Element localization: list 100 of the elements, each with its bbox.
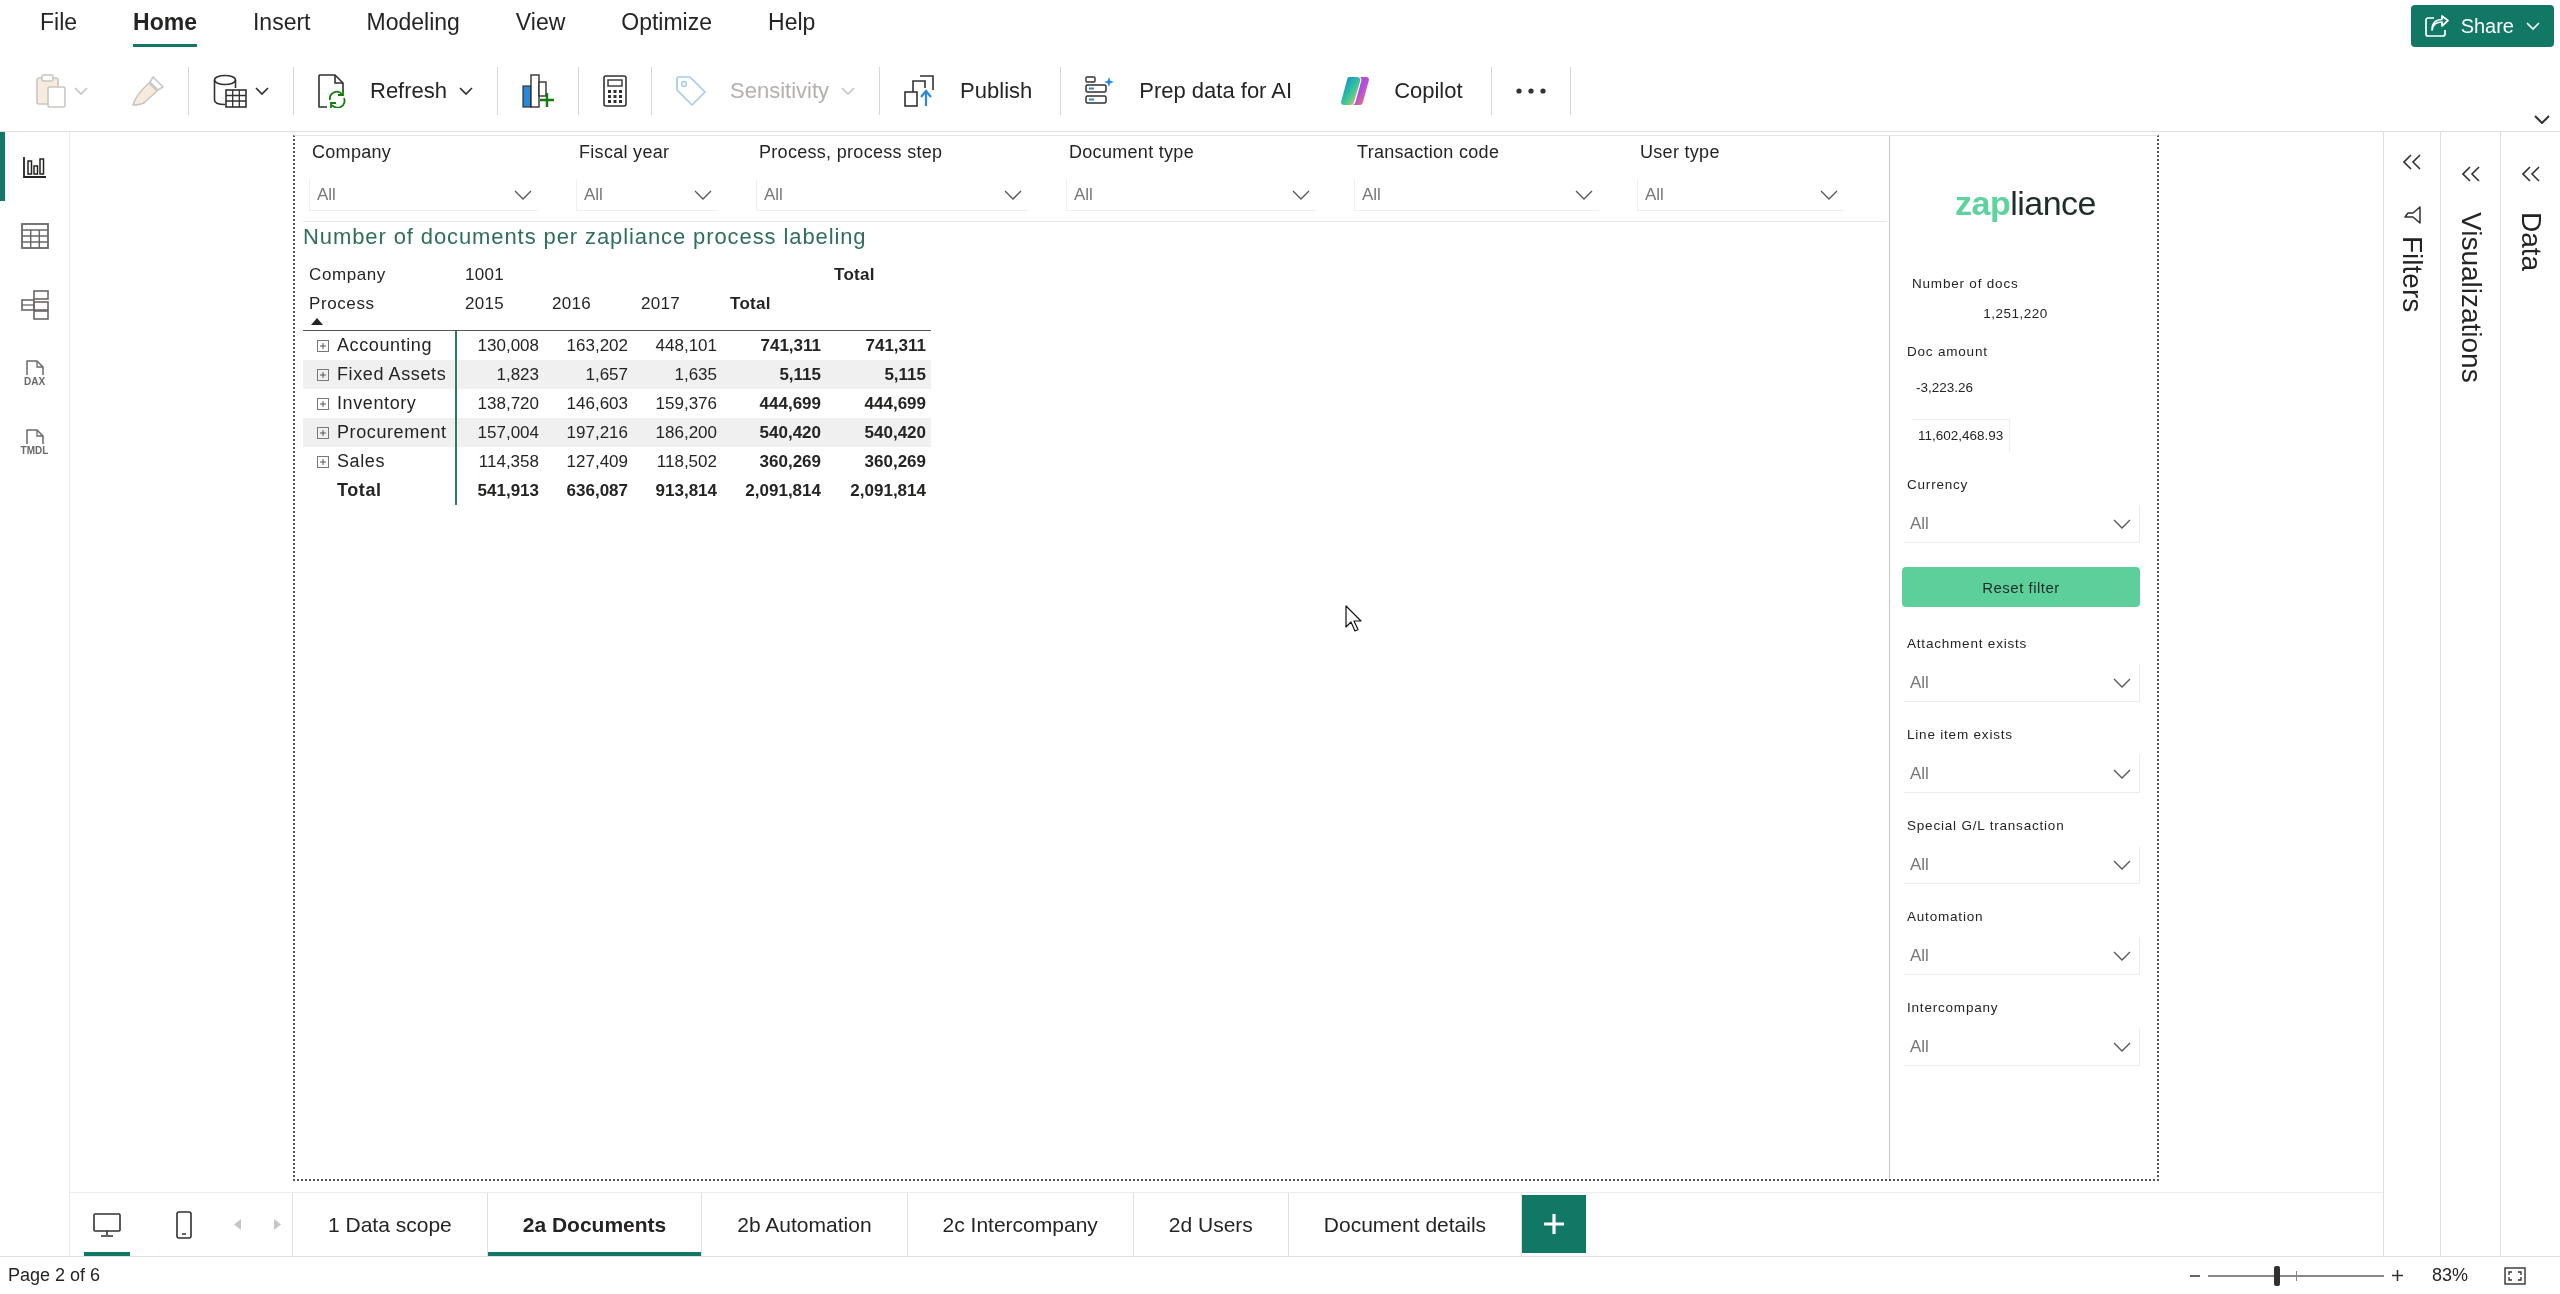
- slicer-dropdown[interactable]: All: [1904, 1028, 2140, 1066]
- slicer-dropdown[interactable]: All: [309, 179, 538, 211]
- table-icon: [20, 222, 49, 249]
- add-page-button[interactable]: [1522, 1195, 1587, 1253]
- table-cell-text: 541,913: [477, 480, 540, 501]
- slicer-label: Company: [311, 141, 393, 163]
- expand-icon[interactable]: [317, 339, 329, 352]
- chevron-down-icon: [2113, 768, 2131, 779]
- dax-query-view-button[interactable]: DAX: [0, 339, 69, 408]
- phone-icon: [176, 1210, 192, 1239]
- slicer-label: Fiscal year: [578, 141, 671, 163]
- page-tab[interactable]: 2a Documents: [487, 1193, 703, 1256]
- expand-icon[interactable]: [317, 426, 329, 439]
- collapsed-pane[interactable]: Filters: [2383, 132, 2440, 1256]
- collapsed-pane[interactable]: Visualizations: [2440, 132, 2500, 1256]
- expand-icon[interactable]: [317, 368, 329, 381]
- table-cell-text: 159,376: [655, 393, 718, 414]
- refresh-button[interactable]: Refresh: [302, 67, 490, 114]
- slicer-dropdown[interactable]: All: [756, 179, 1028, 211]
- slicer-label: Doc amount: [1906, 343, 1988, 361]
- table-cell-text: 1,657: [585, 364, 629, 385]
- document-icon: [25, 429, 44, 444]
- menu-tab[interactable]: Modeling: [338, 0, 488, 50]
- row-header: Inventory: [337, 393, 417, 414]
- model-icon: [20, 289, 49, 320]
- slicer-dropdown[interactable]: All: [1637, 179, 1844, 211]
- bar-chart-icon: [22, 155, 47, 178]
- copilot-button[interactable]: Copilot: [1324, 67, 1483, 114]
- table-cell-text: 146,603: [566, 393, 629, 414]
- menu-tab[interactable]: Insert: [224, 0, 339, 50]
- document-icon: [25, 360, 44, 375]
- page-tab[interactable]: 2b Automation: [702, 1193, 908, 1256]
- slicer-dropdown[interactable]: All: [1354, 179, 1599, 211]
- menu-tab[interactable]: Optimize: [593, 0, 741, 50]
- slicer-dropdown[interactable]: All: [1904, 664, 2140, 702]
- collapsed-pane[interactable]: Data: [2500, 132, 2560, 1256]
- refresh-icon: [318, 73, 346, 108]
- chevron-down-icon: [1820, 189, 1838, 200]
- publish-icon: [904, 74, 937, 107]
- chevron-down-icon: [2534, 114, 2550, 124]
- table-cell-text: 186,200: [655, 422, 718, 443]
- triangle-right-icon: [273, 1219, 281, 1230]
- column-header: 2015: [464, 293, 505, 315]
- table-cell-text: 741,311: [760, 335, 822, 356]
- slicer-label: Process, process step: [758, 141, 944, 163]
- column-header: 2017: [640, 293, 681, 315]
- sort-ascending-icon[interactable]: [311, 318, 323, 325]
- slicer-dropdown[interactable]: All: [1066, 179, 1316, 211]
- chevron-down-icon: [2113, 1041, 2131, 1052]
- range-max-field[interactable]: 11,602,468.93: [1912, 419, 2011, 452]
- range-min-value[interactable]: -3,223.26: [1904, 379, 1974, 397]
- tmdl-view-button[interactable]: TMDL: [0, 408, 69, 477]
- slicer-dropdown[interactable]: All: [1904, 846, 2140, 884]
- menu-tab[interactable]: View: [487, 0, 594, 50]
- prep-data-button[interactable]: Prep data for AI: [1069, 67, 1313, 114]
- slicer-label: Special G/L transaction: [1906, 817, 2065, 835]
- minus-icon: [2189, 1274, 2200, 1277]
- page-tab[interactable]: 1 Data scope: [293, 1193, 488, 1256]
- expand-pane-icon: [2521, 166, 2540, 182]
- slicer-dropdown[interactable]: All: [1904, 937, 2140, 975]
- fit-to-page-button[interactable]: [2502, 1265, 2528, 1286]
- table-cell-text: 360,269: [759, 451, 822, 472]
- table-cell-text: 2,091,814: [850, 480, 927, 501]
- table-cell-text: 444,699: [864, 393, 927, 414]
- chevron-down-icon: [694, 189, 712, 200]
- copilot-icon: [1340, 75, 1371, 106]
- row-header: Total: [337, 480, 382, 501]
- publish-button[interactable]: Publish: [888, 67, 1053, 114]
- table-cell-text: 448,101: [655, 335, 718, 356]
- reset-filter-button[interactable]: Reset filter: [1902, 567, 2140, 607]
- slicer-label: Document type: [1068, 141, 1195, 163]
- slicer-label: Intercompany: [1906, 999, 1999, 1017]
- table-cell-text: 444,699: [759, 393, 822, 414]
- database-table-icon: [213, 73, 247, 108]
- expand-icon[interactable]: [317, 397, 329, 410]
- table-cell-text: 1,823: [496, 364, 540, 385]
- paintbrush-icon: [132, 75, 164, 106]
- menu-tab[interactable]: Home: [105, 0, 225, 50]
- share-button[interactable]: Share: [2410, 5, 2554, 47]
- page-tab[interactable]: 2c Intercompany: [907, 1193, 1134, 1256]
- slicer-dropdown[interactable]: All: [1904, 505, 2140, 543]
- menu-tab[interactable]: File: [12, 0, 106, 50]
- table-cell-text: 741,311: [865, 335, 927, 356]
- slicer-dropdown[interactable]: All: [1904, 755, 2140, 793]
- page-tab[interactable]: 2d Users: [1133, 1193, 1289, 1256]
- filter-icon: [2403, 206, 2421, 224]
- slider-thumb[interactable]: [2273, 1265, 2280, 1286]
- plus-icon: [1544, 1214, 1565, 1234]
- chevron-down-icon: [1575, 189, 1593, 200]
- table-cell-text: 2,091,814: [745, 480, 822, 501]
- visual-title: Number of documents per zapliance process labeling: [303, 224, 868, 250]
- chevron-down-icon: [2113, 677, 2131, 688]
- table-cell-text: 540,420: [759, 422, 822, 443]
- slicer-dropdown[interactable]: All: [576, 179, 718, 211]
- expand-icon[interactable]: [317, 455, 329, 468]
- zoom-percentage: 83%: [2431, 1265, 2468, 1286]
- menu-tab[interactable]: Help: [740, 0, 844, 50]
- row-header: Procurement: [337, 422, 447, 443]
- chevron-down-icon: [1292, 189, 1310, 200]
- column-header: Total: [729, 293, 771, 315]
